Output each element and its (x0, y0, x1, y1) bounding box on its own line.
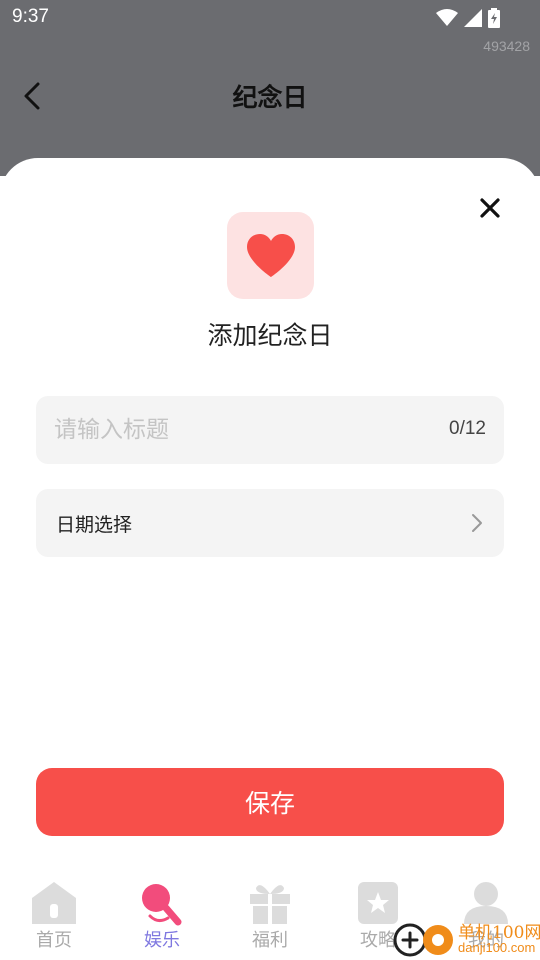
gift-icon (250, 885, 290, 924)
tab-entertainment[interactable]: 娱乐 (108, 870, 216, 960)
save-button[interactable]: 保存 (36, 768, 504, 836)
tab-label-home: 首页 (36, 930, 72, 951)
microphone-icon (142, 884, 182, 926)
cell-signal-icon (464, 9, 482, 27)
tab-label-entertainment: 娱乐 (144, 930, 180, 951)
close-icon[interactable] (476, 194, 504, 222)
title-field[interactable]: 0/12 (36, 396, 504, 464)
sheet-title: 添加纪念日 (207, 321, 333, 350)
tab-home[interactable]: 首页 (0, 870, 108, 960)
status-time: 9:37 (12, 6, 49, 27)
watermark-url: danji100.com (458, 940, 536, 955)
wifi-icon (436, 9, 458, 26)
title-input[interactable] (54, 396, 414, 464)
battery-icon (488, 8, 500, 28)
heart-icon (246, 233, 295, 277)
chevron-right-icon (472, 514, 482, 532)
home-icon (32, 882, 76, 924)
heart-badge (227, 212, 314, 299)
date-picker-label: 日期选择 (56, 514, 133, 536)
page-title: 纪念日 (232, 83, 308, 112)
status-icons (436, 8, 500, 28)
site-watermark: 单机100网 danji100.com (392, 918, 540, 960)
char-counter: 0/12 (449, 418, 486, 439)
date-picker-row[interactable]: 日期选择 (36, 489, 504, 557)
watermark-logo (393, 923, 453, 957)
tab-welfare[interactable]: 福利 (216, 870, 324, 960)
tab-label-welfare: 福利 (252, 930, 288, 951)
status-bar: 9:37 (0, 0, 540, 36)
build-number: 493428 (483, 38, 530, 54)
